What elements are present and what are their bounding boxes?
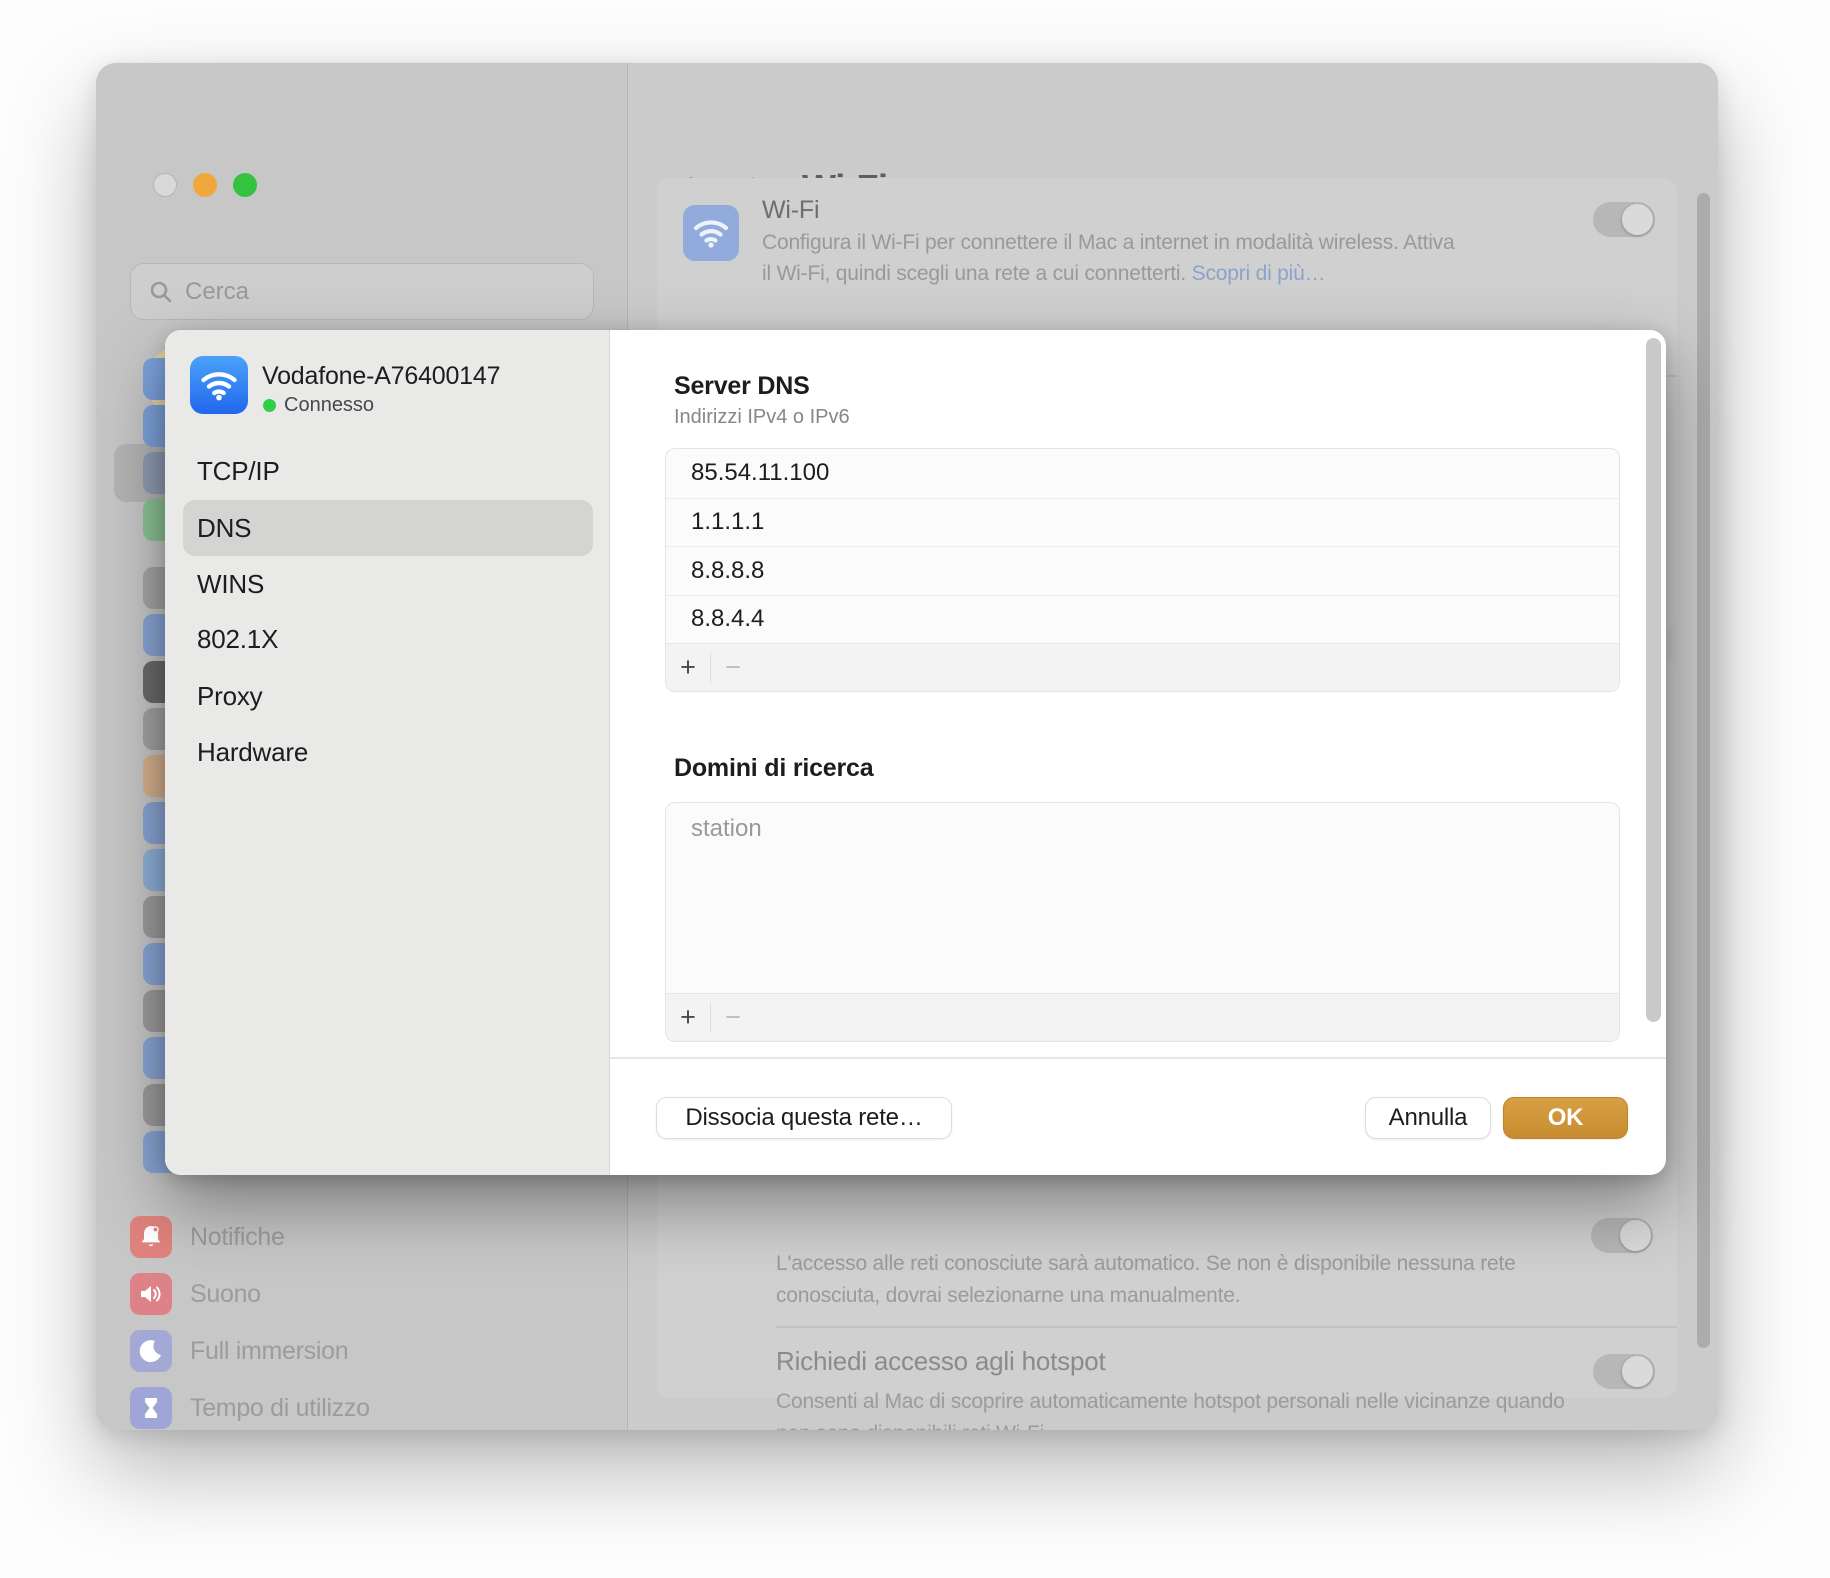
- sidebar-item-focus[interactable]: Full immersion: [130, 1327, 349, 1375]
- tab-hardware[interactable]: Hardware: [183, 724, 593, 780]
- domains-list-footer: + −: [666, 993, 1619, 1041]
- tab-proxy[interactable]: Proxy: [183, 668, 593, 724]
- close-button[interactable]: [153, 173, 177, 197]
- moon-icon: [130, 1330, 172, 1372]
- hotspot-description-line1: Consenti al Mac di scoprire automaticame…: [776, 1390, 1565, 1413]
- card-separator: [776, 1326, 1677, 1328]
- ok-button[interactable]: OK: [1503, 1097, 1628, 1139]
- window-scrollbar[interactable]: [1697, 193, 1710, 1348]
- sidebar-item-screen-time[interactable]: Tempo di utilizzo: [130, 1384, 370, 1430]
- wifi-card-description-line2: il Wi-Fi, quindi scegli una rete a cui c…: [762, 262, 1326, 285]
- sidebar-item-notifications[interactable]: Notifiche: [130, 1213, 285, 1261]
- wifi-card-title: Wi-Fi: [762, 196, 820, 224]
- network-status: Connesso: [263, 394, 374, 417]
- desktop-background: Cerca Mauro Notarianni Apple Account: [0, 0, 1830, 1578]
- search-domains-list: station + −: [665, 802, 1620, 1042]
- zoom-button[interactable]: [233, 173, 257, 197]
- sidebar-item-label: Tempo di utilizzo: [190, 1393, 370, 1422]
- tab-8021x[interactable]: 802.1X: [183, 611, 593, 667]
- toggle-knob: [1620, 1220, 1651, 1251]
- dialog-sidebar: Vodafone-A76400147 Connesso TCP/IP DNS W…: [165, 330, 610, 1175]
- sidebar-item-label: Suono: [190, 1279, 261, 1308]
- minimize-button[interactable]: [193, 173, 217, 197]
- dns-entry[interactable]: 8.8.8.8: [666, 546, 1619, 595]
- wifi-toggle[interactable]: [1593, 202, 1655, 237]
- dns-server-list: 85.54.11.100 1.1.1.1 8.8.8.8 8.8.4.4 + −: [665, 448, 1620, 692]
- tab-tcpip[interactable]: TCP/IP: [183, 443, 593, 499]
- wifi-network-icon: [190, 356, 248, 414]
- sidebar-item-label: Notifiche: [190, 1222, 285, 1251]
- cancel-button[interactable]: Annulla: [1365, 1097, 1491, 1139]
- remove-domain-button[interactable]: −: [711, 1002, 755, 1033]
- network-details-dialog: Vodafone-A76400147 Connesso TCP/IP DNS W…: [165, 330, 1666, 1175]
- learn-more-link[interactable]: Scopri di più…: [1192, 262, 1326, 285]
- wifi-app-icon: [683, 205, 739, 261]
- toggle-knob: [1622, 1356, 1653, 1387]
- speaker-icon: [130, 1273, 172, 1315]
- server-dns-subtitle: Indirizzi IPv4 o IPv6: [674, 406, 850, 428]
- dns-entry[interactable]: 85.54.11.100: [666, 449, 1619, 498]
- dissociate-network-button[interactable]: Dissocia questa rete…: [656, 1097, 952, 1139]
- network-name: Vodafone-A76400147: [262, 362, 501, 390]
- hotspot-description-line2: non sono disponibili reti Wi-Fi.: [776, 1422, 1050, 1430]
- dns-list-footer: + −: [666, 643, 1619, 691]
- hotspot-toggle[interactable]: [1593, 1354, 1655, 1389]
- search-placeholder: Cerca: [185, 277, 250, 305]
- tab-wins[interactable]: WINS: [183, 556, 593, 612]
- network-status-label: Connesso: [284, 394, 375, 416]
- dialog-footer-divider: [610, 1057, 1666, 1059]
- add-dns-button[interactable]: +: [666, 652, 710, 683]
- hourglass-icon: [130, 1387, 172, 1429]
- connected-status-icon: [263, 399, 276, 412]
- wifi-card-description-line1: Configura il Wi-Fi per connettere il Mac…: [762, 231, 1455, 254]
- sidebar-item-label: Full immersion: [190, 1336, 349, 1365]
- dns-entry[interactable]: 8.8.4.4: [666, 594, 1619, 644]
- remove-dns-button[interactable]: −: [711, 652, 755, 683]
- search-input[interactable]: Cerca: [130, 263, 594, 320]
- search-icon: [150, 281, 172, 302]
- hotspot-setting-title: Richiedi accesso agli hotspot: [776, 1346, 1106, 1376]
- search-domains-title: Domini di ricerca: [674, 754, 874, 782]
- add-domain-button[interactable]: +: [666, 1002, 710, 1033]
- known-networks-note-line1: L'accesso alle reti conosciute sarà auto…: [776, 1252, 1516, 1275]
- known-networks-note-line2: conosciuta, dovrai selezionarne una manu…: [776, 1284, 1241, 1307]
- sidebar-item-sound[interactable]: Suono: [130, 1270, 261, 1318]
- search-domain-entry[interactable]: station: [691, 815, 762, 843]
- server-dns-title: Server DNS: [674, 372, 810, 400]
- tab-dns[interactable]: DNS: [183, 500, 593, 556]
- bell-icon: [130, 1216, 172, 1258]
- dialog-scrollbar[interactable]: [1646, 338, 1661, 1022]
- auto-join-toggle[interactable]: [1591, 1218, 1653, 1253]
- toggle-knob: [1622, 204, 1653, 235]
- dns-entry[interactable]: 1.1.1.1: [666, 497, 1619, 547]
